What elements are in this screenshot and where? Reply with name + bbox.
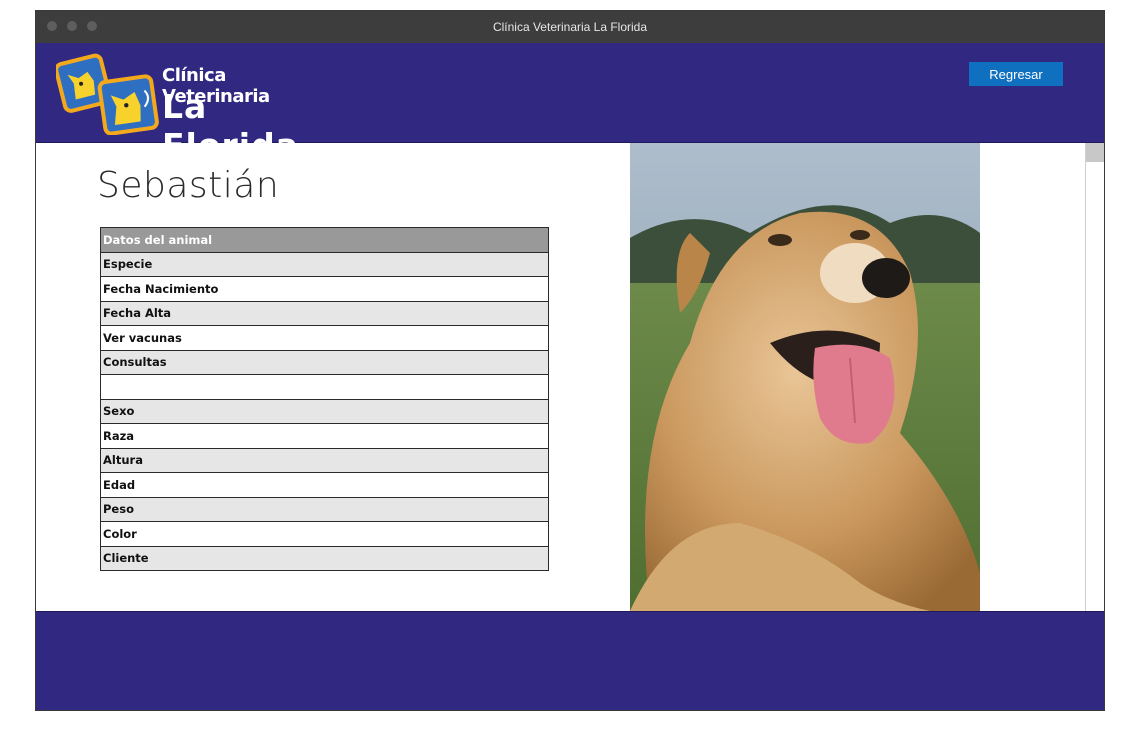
row-label-sexo: Sexo (100, 399, 549, 424)
row-link-consultas[interactable]: Consultas (100, 350, 549, 375)
table-header-row: Datos del animal (100, 227, 549, 253)
site-footer (36, 611, 1104, 710)
main-content: Sebastián Datos del animal Especie Fecha… (36, 143, 1104, 611)
row-label-fecha-nacimiento: Fecha Nacimiento (100, 276, 549, 302)
table-header: Datos del animal (100, 227, 549, 253)
table-row: Especie (100, 252, 549, 277)
row-label-color: Color (100, 521, 549, 547)
table-row: Altura (100, 448, 549, 473)
browser-window: Clínica Veterinaria La Florida Clínica V… (35, 10, 1105, 711)
table-row: Peso (100, 497, 549, 522)
row-label-peso: Peso (100, 497, 549, 522)
table-row: Fecha Nacimiento (100, 276, 549, 302)
table-row: Edad (100, 472, 549, 498)
dog-logo-icon (54, 53, 159, 136)
pet-photo (630, 143, 980, 611)
row-spacer (100, 374, 549, 400)
row-label-cliente: Cliente (100, 546, 549, 571)
vertical-scrollbar[interactable] (1085, 143, 1104, 611)
table-row[interactable]: Ver vacunas (100, 325, 549, 351)
table-row[interactable]: Consultas (100, 350, 549, 375)
table-row: Raza (100, 423, 549, 449)
clinic-logo[interactable]: Clínica Veterinaria La Florida (54, 53, 316, 165)
row-label-especie: Especie (100, 252, 549, 277)
row-label-fecha-alta: Fecha Alta (100, 301, 549, 326)
title-bar: Clínica Veterinaria La Florida (36, 11, 1104, 43)
table-row: Fecha Alta (100, 301, 549, 326)
row-label-edad: Edad (100, 472, 549, 498)
dog-photo-illustration (630, 143, 980, 611)
table-row (100, 374, 549, 400)
row-link-ver-vacunas[interactable]: Ver vacunas (100, 325, 549, 351)
row-label-altura: Altura (100, 448, 549, 473)
window-title: Clínica Veterinaria La Florida (492, 20, 648, 34)
site-header: Clínica Veterinaria La Florida Regresar (36, 43, 1104, 165)
back-button[interactable]: Regresar (969, 62, 1063, 86)
pet-name-heading: Sebastián (97, 165, 280, 206)
pet-data-table: Datos del animal Especie Fecha Nacimient… (100, 227, 549, 571)
row-label-raza: Raza (100, 423, 549, 449)
table-row: Sexo (100, 399, 549, 424)
scrollbar-thumb[interactable] (1086, 143, 1104, 162)
table-row: Color (100, 521, 549, 547)
table-row: Cliente (100, 546, 549, 571)
